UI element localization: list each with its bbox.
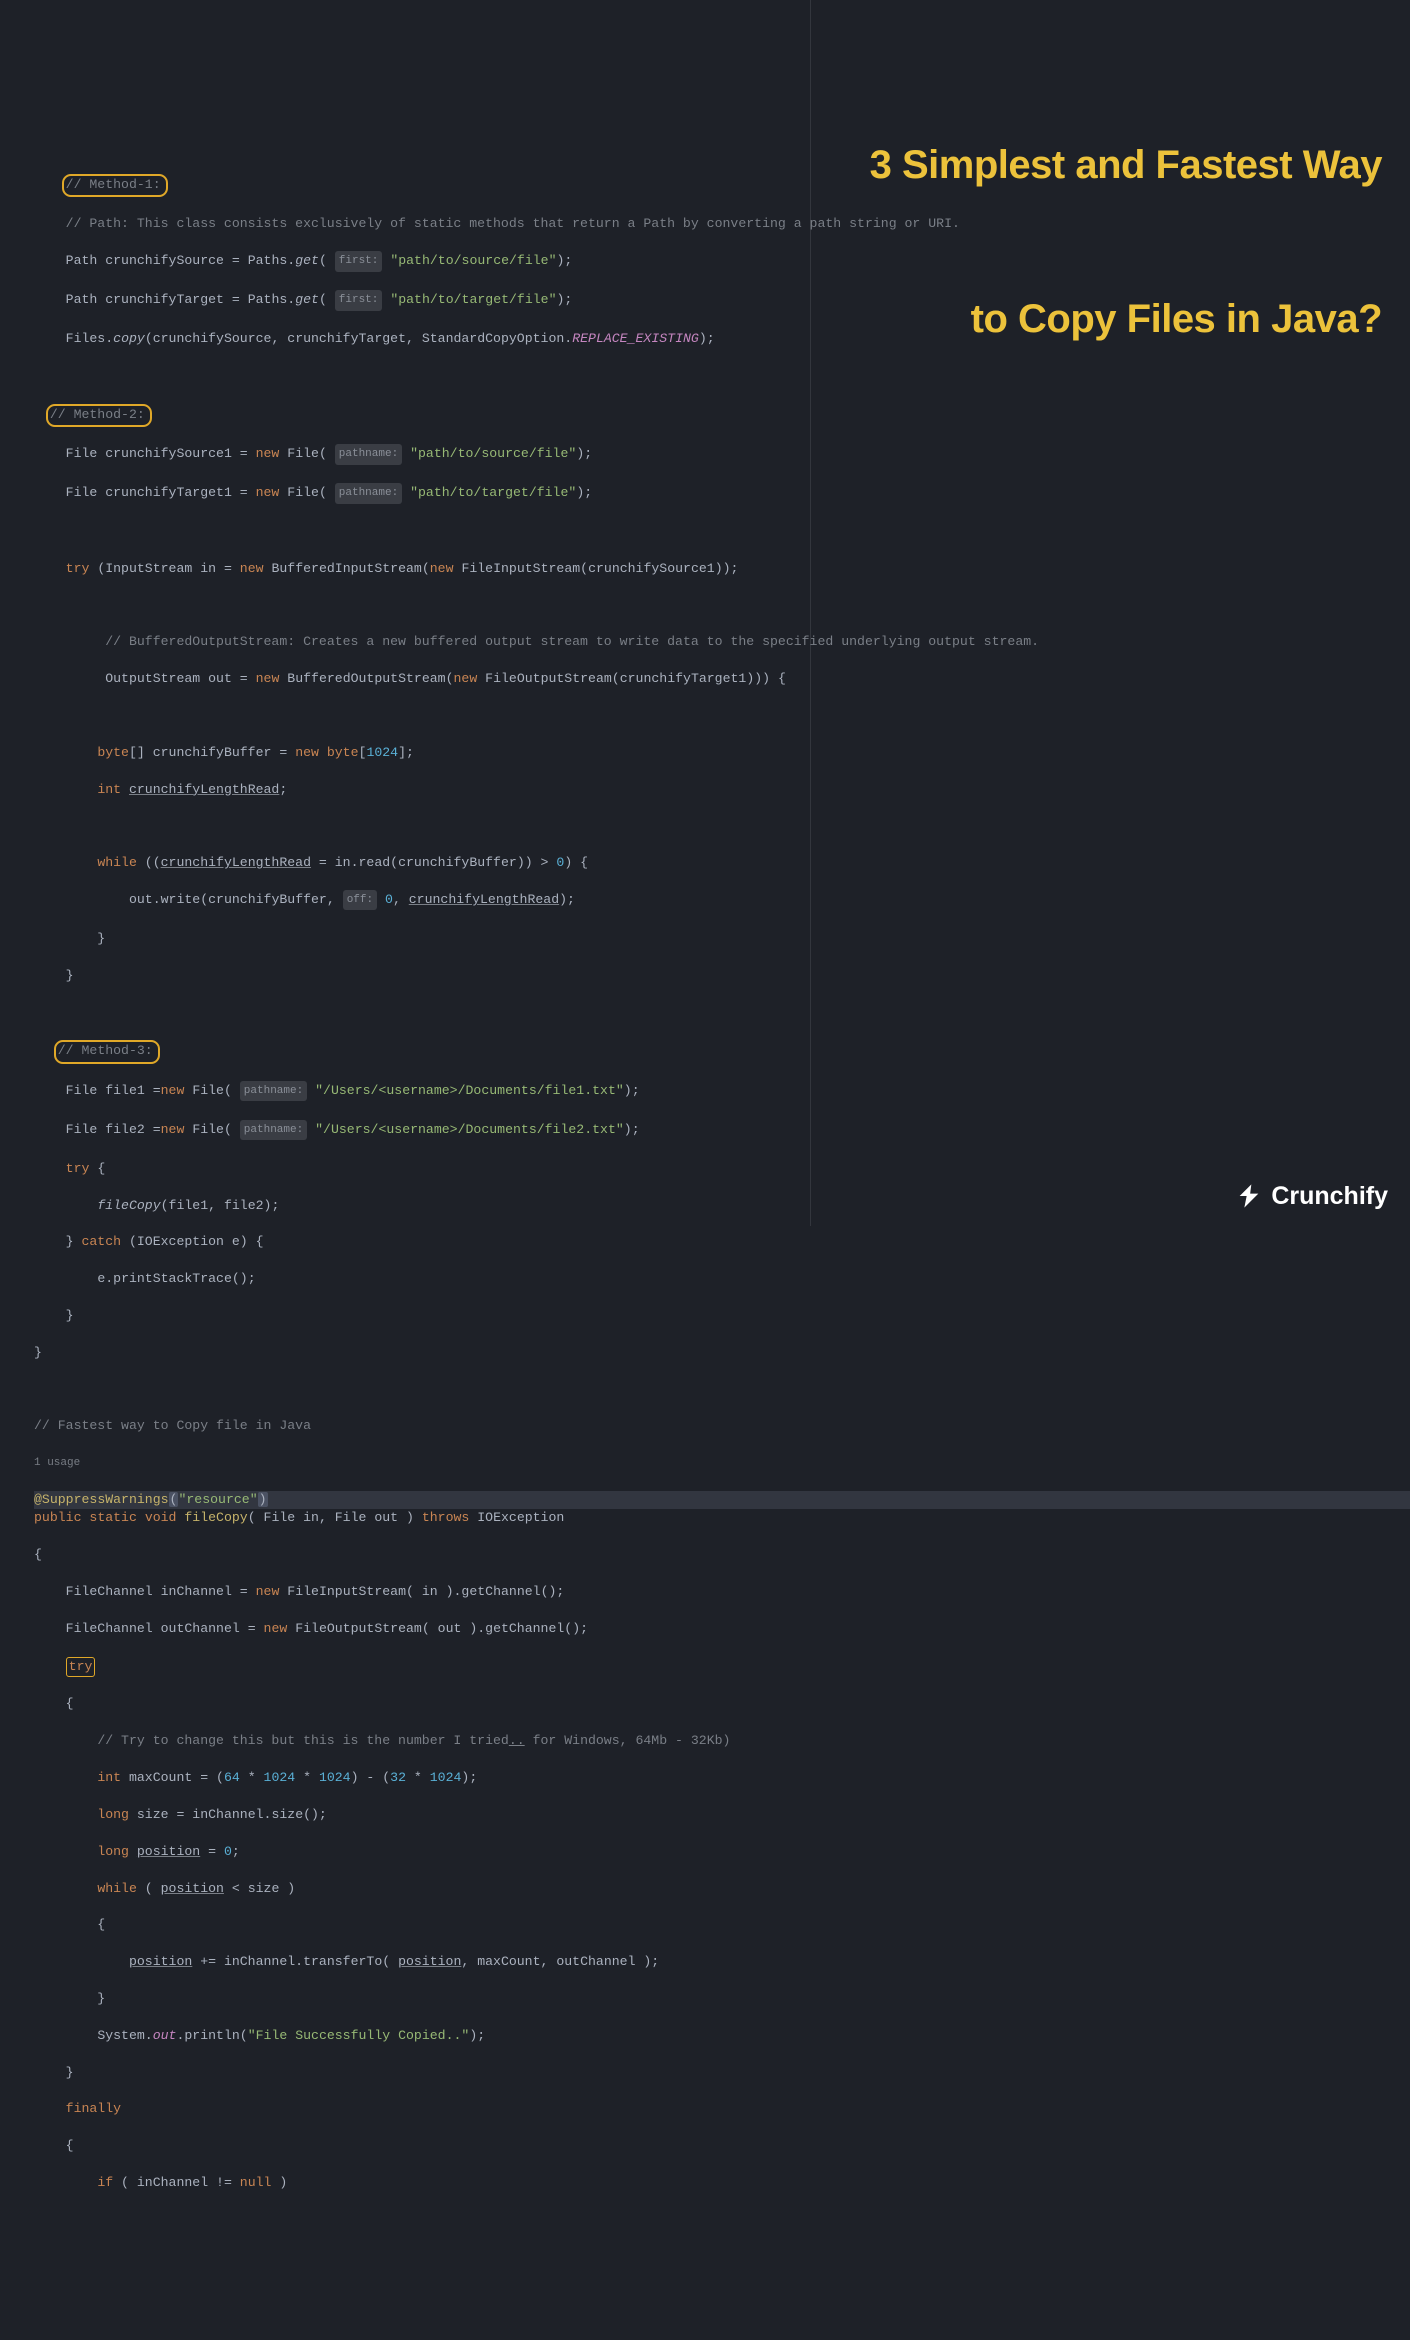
param-hint-first: first: <box>335 290 383 310</box>
code-line[interactable]: File file2 =new File( pathname: "/Users/… <box>34 1121 1410 1141</box>
comment-bufout: // BufferedOutputStream: Creates a new b… <box>105 634 1039 649</box>
code-line[interactable]: long size = inChannel.size(); <box>34 1806 1410 1824</box>
code-line[interactable]: } <box>34 2064 1410 2082</box>
code-line[interactable]: File crunchifyTarget1 = new File( pathna… <box>34 484 1410 504</box>
code-line[interactable]: Files.copy(crunchifySource, crunchifyTar… <box>34 330 1410 348</box>
code-line[interactable]: OutputStream out = new BufferedOutputStr… <box>34 670 1410 688</box>
code-line[interactable]: // Method-1: <box>34 174 1410 197</box>
code-line[interactable]: Path crunchifyTarget = Paths.get( first:… <box>34 291 1410 311</box>
param-hint-first: first: <box>335 251 383 271</box>
code-line[interactable]: try { <box>34 1160 1410 1178</box>
code-line[interactable]: } <box>34 1307 1410 1325</box>
code-line[interactable]: try <box>34 1657 1410 1677</box>
code-line[interactable]: } <box>34 1990 1410 2008</box>
code-line[interactable]: long position = 0; <box>34 1843 1410 1861</box>
code-line[interactable]: while ( position < size ) <box>34 1880 1410 1898</box>
code-line[interactable]: // Fastest way to Copy file in Java <box>34 1417 1410 1435</box>
code-line[interactable]: fileCopy(file1, file2); <box>34 1197 1410 1215</box>
code-line[interactable]: position += inChannel.transferTo( positi… <box>34 1953 1410 1971</box>
code-line[interactable]: { <box>34 1695 1410 1713</box>
code-line[interactable]: FileChannel inChannel = new FileInputStr… <box>34 1583 1410 1601</box>
code-line[interactable]: FileChannel outChannel = new FileOutputS… <box>34 1620 1410 1638</box>
code-line[interactable]: // Method-2: <box>34 404 1410 427</box>
usage-hint[interactable]: 1 usage <box>34 1454 1410 1472</box>
crunchify-icon <box>1235 1182 1263 1210</box>
logo-text: Crunchify <box>1271 1187 1388 1205</box>
code-line[interactable]: if ( inChannel != null ) <box>34 2174 1410 2192</box>
code-line[interactable]: try (InputStream in = new BufferedInputS… <box>34 560 1410 578</box>
code-line[interactable]: // Path: This class consists exclusively… <box>34 215 1410 233</box>
code-line[interactable]: } <box>34 1344 1410 1362</box>
param-hint-off: off: <box>343 890 377 910</box>
param-hint-pathname: pathname: <box>335 483 402 503</box>
code-line[interactable]: e.printStackTrace(); <box>34 1270 1410 1288</box>
code-line[interactable]: finally <box>34 2100 1410 2118</box>
code-line[interactable]: int maxCount = (64 * 1024 * 1024) - (32 … <box>34 1769 1410 1787</box>
code-line[interactable]: File crunchifySource1 = new File( pathna… <box>34 445 1410 465</box>
code-line[interactable]: } catch (IOException e) { <box>34 1233 1410 1251</box>
code-line[interactable]: System.out.println("File Successfully Co… <box>34 2027 1410 2045</box>
code-line[interactable]: public static void fileCopy( File in, Fi… <box>34 1509 1410 1527</box>
code-line[interactable]: // Method-3: <box>34 1040 1410 1063</box>
code-line[interactable]: { <box>34 2137 1410 2155</box>
code-line[interactable]: } <box>34 930 1410 948</box>
code-line[interactable]: // Try to change this but this is the nu… <box>34 1732 1410 1750</box>
code-line[interactable]: byte[] crunchifyBuffer = new byte[1024]; <box>34 744 1410 762</box>
param-hint-pathname: pathname: <box>335 444 402 464</box>
param-hint-pathname: pathname: <box>240 1120 307 1140</box>
comment-method1: // Method-1: <box>66 177 161 192</box>
code-line[interactable]: File file1 =new File( pathname: "/Users/… <box>34 1082 1410 1102</box>
comment-path-desc: // Path: This class consists exclusively… <box>66 216 960 231</box>
comment-fastest: // Fastest way to Copy file in Java <box>34 1418 311 1433</box>
code-line[interactable]: // BufferedOutputStream: Creates a new b… <box>34 633 1410 651</box>
comment-method3: // Method-3: <box>58 1043 153 1058</box>
code-line[interactable]: } <box>34 967 1410 985</box>
code-line[interactable]: while ((crunchifyLengthRead = in.read(cr… <box>34 854 1410 872</box>
code-line[interactable]: out.write(crunchifyBuffer, off: 0, crunc… <box>34 891 1410 911</box>
code-line[interactable]: Path crunchifySource = Paths.get( first:… <box>34 252 1410 272</box>
crunchify-logo: Crunchify <box>1235 1182 1388 1210</box>
code-line[interactable]: int crunchifyLengthRead; <box>34 781 1410 799</box>
code-line[interactable]: { <box>34 1546 1410 1564</box>
param-hint-pathname: pathname: <box>240 1081 307 1101</box>
code-editor[interactable]: // Method-1: // Path: This class consist… <box>0 147 1410 2211</box>
code-line[interactable]: { <box>34 1916 1410 1934</box>
code-line-highlighted[interactable]: @SuppressWarnings("resource") <box>34 1491 1410 1509</box>
comment-method2: // Method-2: <box>50 407 145 422</box>
